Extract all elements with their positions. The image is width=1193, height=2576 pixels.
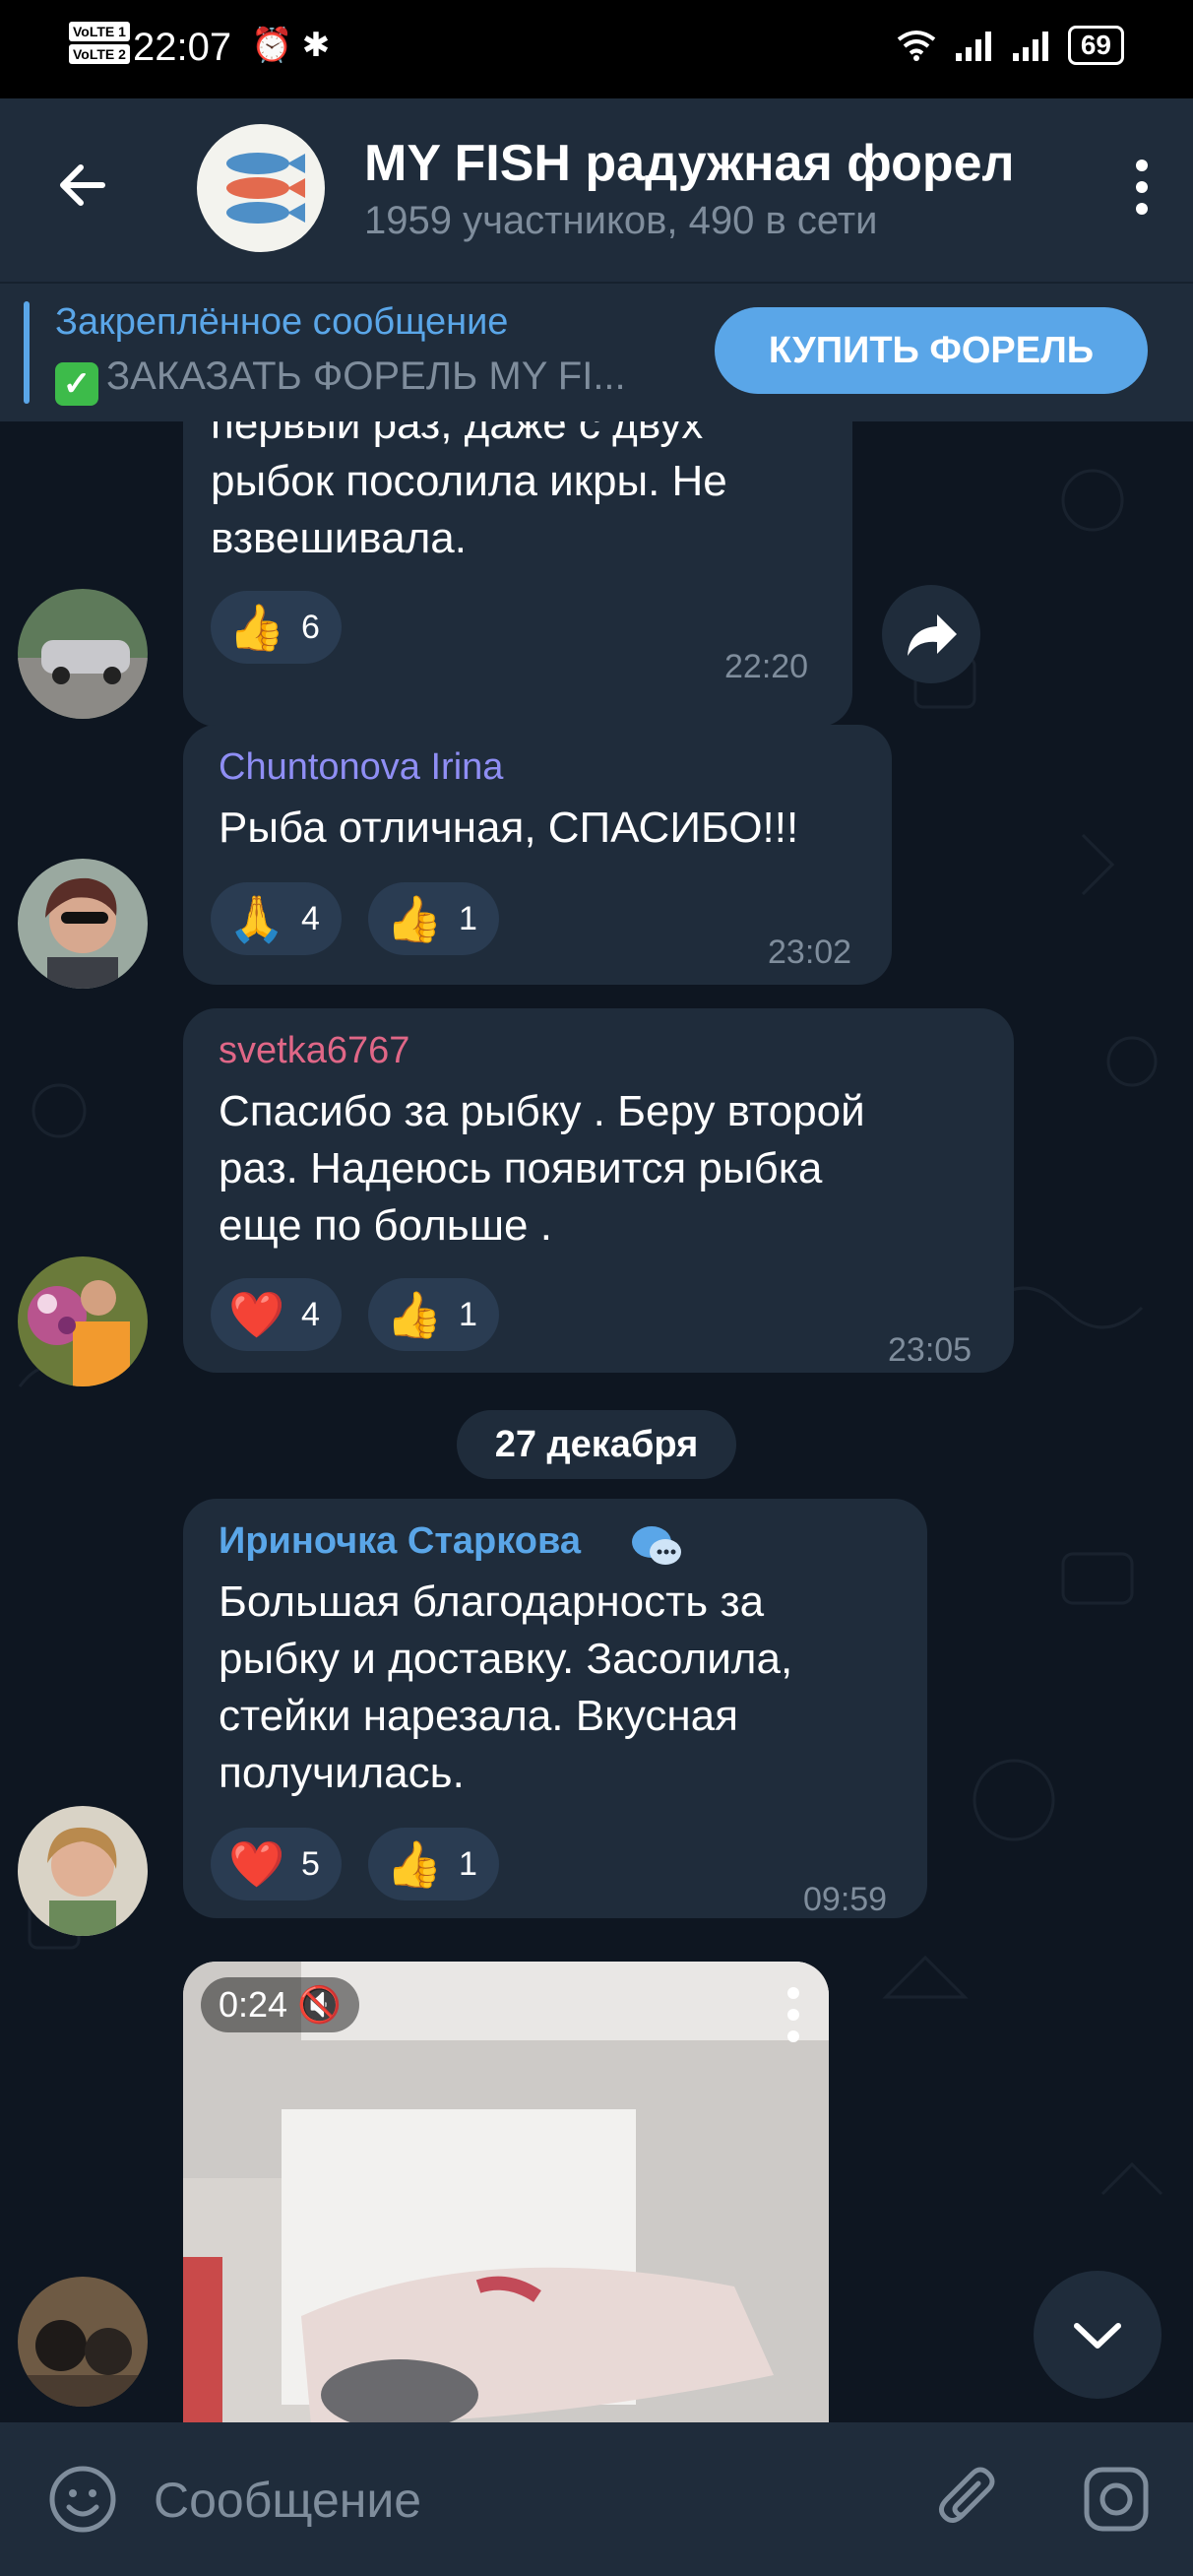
avatar-car-image [18, 589, 148, 719]
sender-name-2[interactable]: Chuntonova Irina [219, 746, 503, 789]
signal-2-icon [1012, 32, 1048, 61]
reaction-4-1[interactable]: ❤️ 5 [211, 1828, 342, 1900]
battery-indicator: 69 [1067, 26, 1124, 65]
instagram-camera-icon[interactable] [1081, 2464, 1152, 2535]
wifi-icon [897, 31, 936, 61]
channel-subtitle: 1959 участников, 490 в сети [364, 199, 878, 242]
buy-trout-button[interactable]: КУПИТЬ ФОРЕЛЬ [715, 307, 1148, 394]
avatar-user-3[interactable] [18, 1256, 148, 1386]
chevron-down-icon [1074, 2323, 1121, 2349]
thumbs-up-icon: 👍 [386, 892, 443, 944]
chat-header: MY FISH радужная форел 1959 участников, … [0, 98, 1193, 282]
message-text-4: Большая благодарность за рыбку и доставк… [219, 1578, 793, 1797]
chat-bubbles-icon [632, 1526, 681, 1565]
message-time-1: 22:20 [724, 648, 809, 685]
thumbs-up-icon: 👍 [228, 601, 285, 653]
volte-2: VoLTE 2 [69, 44, 130, 64]
arrow-left-icon[interactable] [55, 158, 110, 213]
reaction-count: 1 [459, 899, 477, 937]
avatar-user-1[interactable] [18, 589, 148, 719]
pinned-indicator [24, 301, 30, 404]
avatar-user-5[interactable] [18, 2277, 148, 2407]
smiley-icon[interactable] [47, 2464, 118, 2535]
folded-hands-icon: 🙏 [228, 892, 285, 944]
heart-icon: ❤️ [228, 1837, 285, 1890]
message-text-3: Спасибо за рыбку . Беру второй раз. Наде… [219, 1087, 865, 1250]
reaction-count: 5 [301, 1844, 320, 1883]
reaction-3-2[interactable]: 👍 1 [368, 1278, 499, 1351]
forward-button[interactable] [882, 585, 980, 683]
reaction-4-2[interactable]: 👍 1 [368, 1828, 499, 1900]
more-vertical-icon[interactable] [1130, 160, 1154, 219]
message-input-bar: Сообщение [0, 2422, 1193, 2576]
scroll-down-button[interactable] [1034, 2271, 1162, 2399]
reaction-count: 6 [301, 608, 320, 646]
status-right: 69 [897, 26, 1124, 65]
avatar-user-2[interactable] [18, 859, 148, 989]
fish-logo-icon [226, 153, 305, 224]
reaction-count: 1 [459, 1295, 477, 1333]
pinned-text: ЗАКАЗАТЬ ФОРЕЛЬ MY FI... [106, 354, 626, 398]
channel-avatar[interactable] [197, 124, 325, 252]
status-alarm-bluetooth-icons: ⏰ ✱ [251, 27, 331, 64]
pinned-text-row: ✓ ЗАКАЗАТЬ ФОРЕЛЬ MY FI... [55, 354, 685, 406]
video-message[interactable]: 0:24 🔇 [183, 1962, 829, 2422]
heart-icon: ❤️ [228, 1288, 285, 1340]
video-duration-badge: 0:24 🔇 [201, 1977, 359, 2032]
speaker-muted-icon[interactable]: 🔇 [297, 1984, 342, 2025]
volte-indicator: VoLTE 1 VoLTE 2 [69, 22, 130, 67]
message-text-1: первый раз, даже с двух рыбок посолила и… [211, 421, 727, 562]
avatar-woman-image [18, 1806, 148, 1936]
video-more-icon[interactable] [787, 1987, 801, 2052]
chat-area[interactable]: первый раз, даже с двух рыбок посолила и… [0, 421, 1193, 2422]
reaction-3-1[interactable]: ❤️ 4 [211, 1278, 342, 1351]
message-time-4: 09:59 [803, 1881, 888, 1918]
thumbs-up-icon: 👍 [386, 1288, 443, 1340]
thumbs-up-icon: 👍 [386, 1837, 443, 1890]
avatar-woman-image [18, 859, 148, 989]
reaction-count: 4 [301, 899, 320, 937]
avatar-dogs-image [18, 2277, 148, 2407]
reaction-2-2[interactable]: 👍 1 [368, 882, 499, 955]
paperclip-icon[interactable] [931, 2462, 1006, 2537]
video-duration: 0:24 [219, 1984, 288, 2025]
pinned-title: Закреплённое сообщение [55, 301, 509, 343]
sender-name-4[interactable]: Ириночка Старкова [219, 1520, 581, 1563]
volte-1: VoLTE 1 [69, 22, 130, 41]
reaction-count: 1 [459, 1844, 477, 1883]
check-mark-icon: ✓ [55, 362, 98, 406]
message-input[interactable]: Сообщение [154, 2472, 421, 2529]
channel-title[interactable]: MY FISH радужная форел [364, 134, 1053, 193]
status-time: 22:07 [133, 26, 232, 69]
message-time-3: 23:05 [888, 1331, 973, 1369]
status-bar: VoLTE 1 VoLTE 2 22:07 ⏰ ✱ 69 [0, 0, 1193, 98]
share-arrow-icon [908, 614, 957, 656]
reaction-count: 4 [301, 1295, 320, 1333]
message-text-2: Рыба отличная, СПАСИБО!!! [219, 804, 799, 852]
message-time-2: 23:02 [768, 934, 852, 971]
reaction-2-1[interactable]: 🙏 4 [211, 882, 342, 955]
reaction-1-1[interactable]: 👍 6 [211, 591, 342, 664]
signal-1-icon [955, 32, 991, 61]
avatar-flowers-image [18, 1256, 148, 1386]
sender-name-3[interactable]: svetka6767 [219, 1030, 409, 1072]
date-separator: 27 декабря [457, 1410, 736, 1479]
pinned-message-bar[interactable]: Закреплённое сообщение ✓ ЗАКАЗАТЬ ФОРЕЛЬ … [0, 282, 1193, 421]
avatar-user-4[interactable] [18, 1806, 148, 1936]
